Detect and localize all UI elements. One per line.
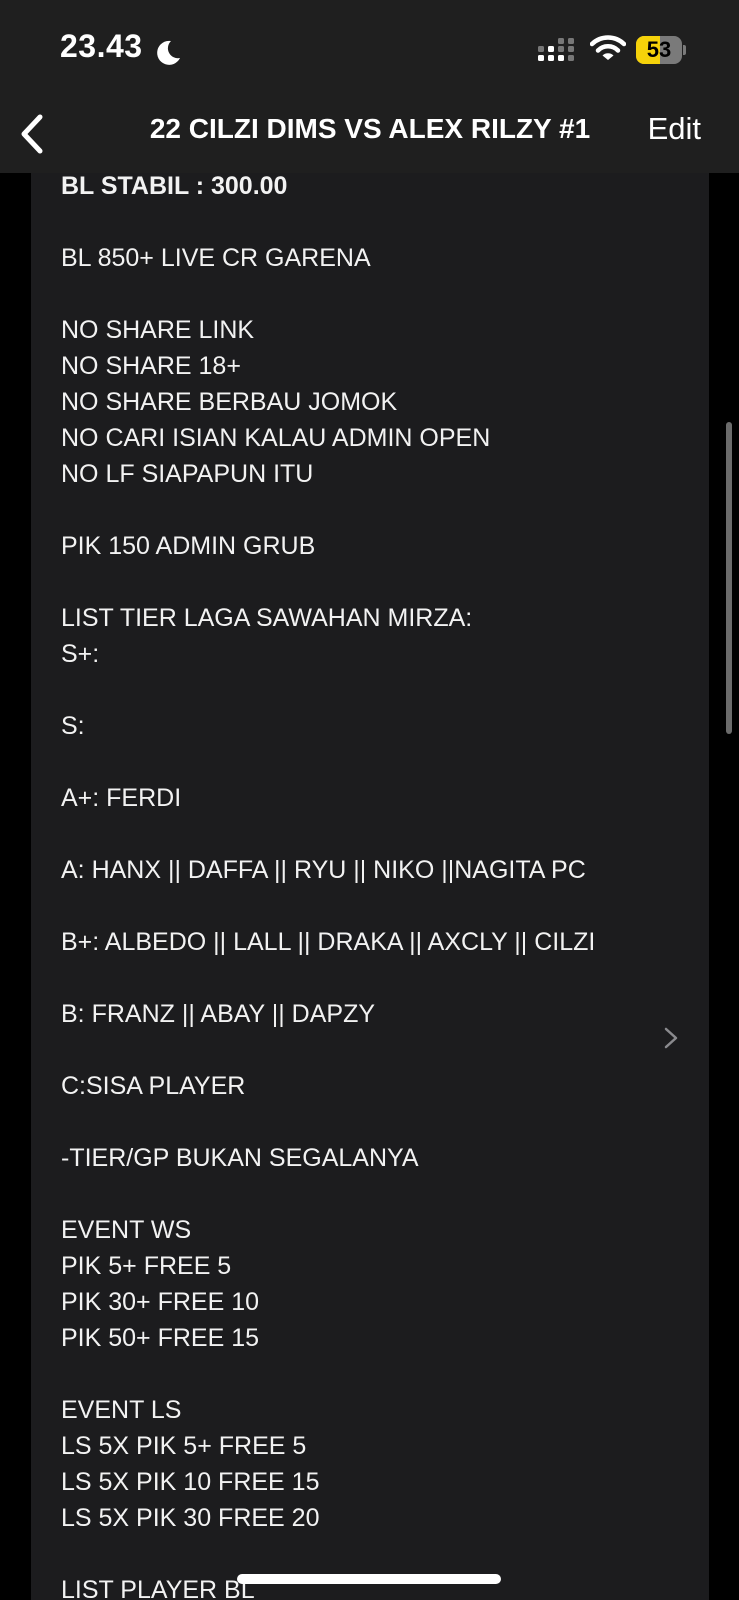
note-text[interactable]: BL STABIL : 300.00 BL 850+ LIVE CR GARENA…	[61, 173, 701, 1600]
chevron-left-icon	[21, 114, 43, 154]
note-line: A: HANX || DAFFA || RYU || NIKO ||NAGITA…	[61, 856, 586, 884]
note-line: NO CARI ISIAN KALAU ADMIN OPEN	[61, 424, 491, 452]
note-blank-line	[61, 744, 701, 780]
note-line: NO SHARE LINK	[61, 316, 255, 344]
note-line: B: FRANZ || ABAY || DAPZY	[61, 1000, 376, 1028]
note-blank-line	[61, 564, 701, 600]
note-blank-line	[61, 1176, 701, 1212]
note-blank-line	[61, 1104, 701, 1140]
note-line: C:SISA PLAYER	[61, 1072, 246, 1100]
note-blank-line	[61, 1032, 701, 1068]
battery-indicator: 53	[636, 36, 686, 64]
status-time: 23.43	[60, 28, 143, 64]
note-line: PIK 150 ADMIN GRUB	[61, 532, 316, 560]
note-line: B+: ALBEDO || LALL || DRAKA || AXCLY || …	[61, 928, 596, 956]
note-blank-line	[61, 888, 701, 924]
note-line: S+:	[61, 640, 100, 668]
note-line: LS 5X PIK 10 FREE 15	[61, 1468, 320, 1496]
page-title: 22 CILZI DIMS VS ALEX RILZY #1	[149, 113, 591, 144]
note-line: LS 5X PIK 5+ FREE 5	[61, 1432, 307, 1460]
note-line: EVENT LS	[61, 1396, 182, 1424]
note-blank-line	[61, 492, 701, 528]
battery-body: 53	[636, 36, 682, 64]
note-line: PIK 30+ FREE 10	[61, 1288, 260, 1316]
note-line: A+: FERDI	[61, 784, 182, 812]
note-blank-line	[61, 816, 701, 852]
note-line: NO LF SIAPAPUN ITU	[61, 460, 314, 488]
navigation-bar: 22 CILZI DIMS VS ALEX RILZY #1 Edit	[0, 95, 739, 173]
note-blank-line	[61, 672, 701, 708]
edit-button[interactable]: Edit	[648, 111, 701, 147]
scrollbar[interactable]	[726, 422, 732, 734]
note-line: NO SHARE 18+	[61, 352, 241, 380]
note-line: BL STABIL : 300.00	[61, 173, 288, 200]
note-line: -TIER/GP BUKAN SEGALANYA	[61, 1144, 419, 1172]
note-blank-line	[61, 960, 701, 996]
status-bar: 23.43 53	[0, 0, 739, 95]
home-indicator[interactable]	[237, 1574, 501, 1584]
note-line: LS 5X PIK 30 FREE 20	[61, 1504, 320, 1532]
note-panel[interactable]: BL STABIL : 300.00 BL 850+ LIVE CR GARENA…	[31, 173, 709, 1600]
note-blank-line	[61, 276, 701, 312]
cellular-signal-icon	[538, 38, 574, 61]
note-line: PIK 50+ FREE 15	[61, 1324, 260, 1352]
battery-level-text: 53	[646, 37, 672, 62]
back-button[interactable]	[12, 109, 52, 159]
note-line: PIK 5+ FREE 5	[61, 1252, 232, 1280]
wifi-icon	[590, 35, 626, 60]
note-blank-line	[61, 1356, 701, 1392]
note-line: NO SHARE BERBAU JOMOK	[61, 388, 398, 416]
note-blank-line	[61, 204, 701, 240]
note-line: BL 850+ LIVE CR GARENA	[61, 244, 371, 272]
note-line: S:	[61, 712, 85, 740]
battery-tip	[683, 45, 686, 55]
moon-icon	[157, 40, 180, 65]
chevron-right-icon[interactable]	[663, 1026, 679, 1050]
note-line: LIST TIER LAGA SAWAHAN MIRZA:	[61, 604, 473, 632]
note-blank-line	[61, 1536, 701, 1572]
note-line: EVENT WS	[61, 1216, 192, 1244]
